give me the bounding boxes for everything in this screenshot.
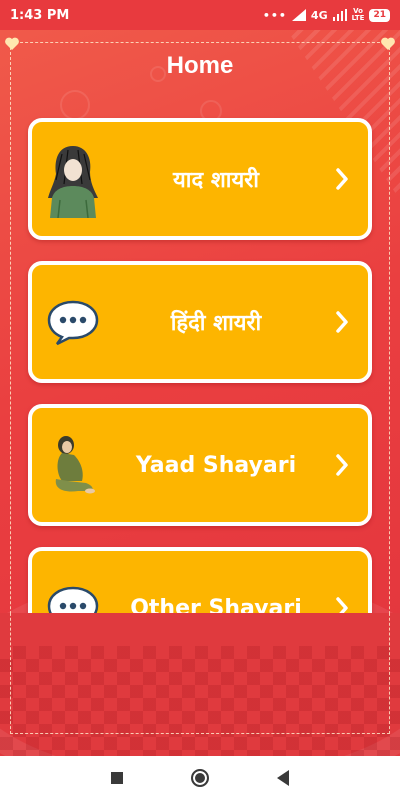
signal-icon bbox=[291, 9, 306, 21]
card-yaad-shayari[interactable]: Yaad Shayari bbox=[28, 404, 372, 526]
back-icon[interactable] bbox=[277, 770, 289, 786]
card-label: Yaad Shayari bbox=[135, 452, 297, 478]
card-hindi-shayari[interactable]: हिंदी शायरी bbox=[28, 261, 372, 383]
page-title: Home bbox=[166, 52, 234, 79]
chevron-right-icon bbox=[336, 454, 348, 476]
chevron-right-icon bbox=[336, 597, 348, 613]
signal-icon-2 bbox=[332, 9, 347, 21]
sitting-girl-icon bbox=[42, 424, 104, 506]
card-yaad-shayari-hindi[interactable]: याद शायरी bbox=[28, 118, 372, 240]
notification-dots: ••• bbox=[262, 8, 287, 22]
system-nav-bar bbox=[0, 756, 400, 800]
dashed-frame bbox=[10, 613, 390, 734]
card-list[interactable]: याद शायरी हिंदी शायरी Yaad Shayari Other… bbox=[0, 110, 400, 613]
chevron-right-icon bbox=[336, 168, 348, 190]
bottom-panel bbox=[0, 613, 400, 756]
heart-icon bbox=[381, 37, 395, 50]
speech-bubble-icon bbox=[42, 567, 104, 613]
chevron-right-icon bbox=[336, 311, 348, 333]
card-label: हिंदी शायरी bbox=[170, 311, 262, 336]
recent-apps-icon[interactable] bbox=[111, 772, 123, 784]
card-other-shayari[interactable]: Other Shayari bbox=[28, 547, 372, 613]
network-type: 4G bbox=[310, 8, 328, 22]
sad-girl-sketch-icon bbox=[42, 138, 104, 220]
battery-indicator: 21 bbox=[369, 8, 390, 22]
volte-badge: Vo LTE bbox=[351, 7, 365, 22]
heart-icon bbox=[5, 37, 19, 50]
speech-bubble-icon bbox=[42, 281, 104, 363]
home-icon[interactable] bbox=[191, 769, 209, 787]
card-label: याद शायरी bbox=[173, 168, 259, 193]
status-icons: ••• 4G Vo LTE 21 bbox=[263, 8, 390, 22]
status-time: 1:43 PM bbox=[10, 7, 70, 23]
card-label: Other Shayari bbox=[130, 595, 302, 614]
status-bar: 1:43 PM ••• 4G Vo LTE 21 bbox=[0, 0, 400, 30]
